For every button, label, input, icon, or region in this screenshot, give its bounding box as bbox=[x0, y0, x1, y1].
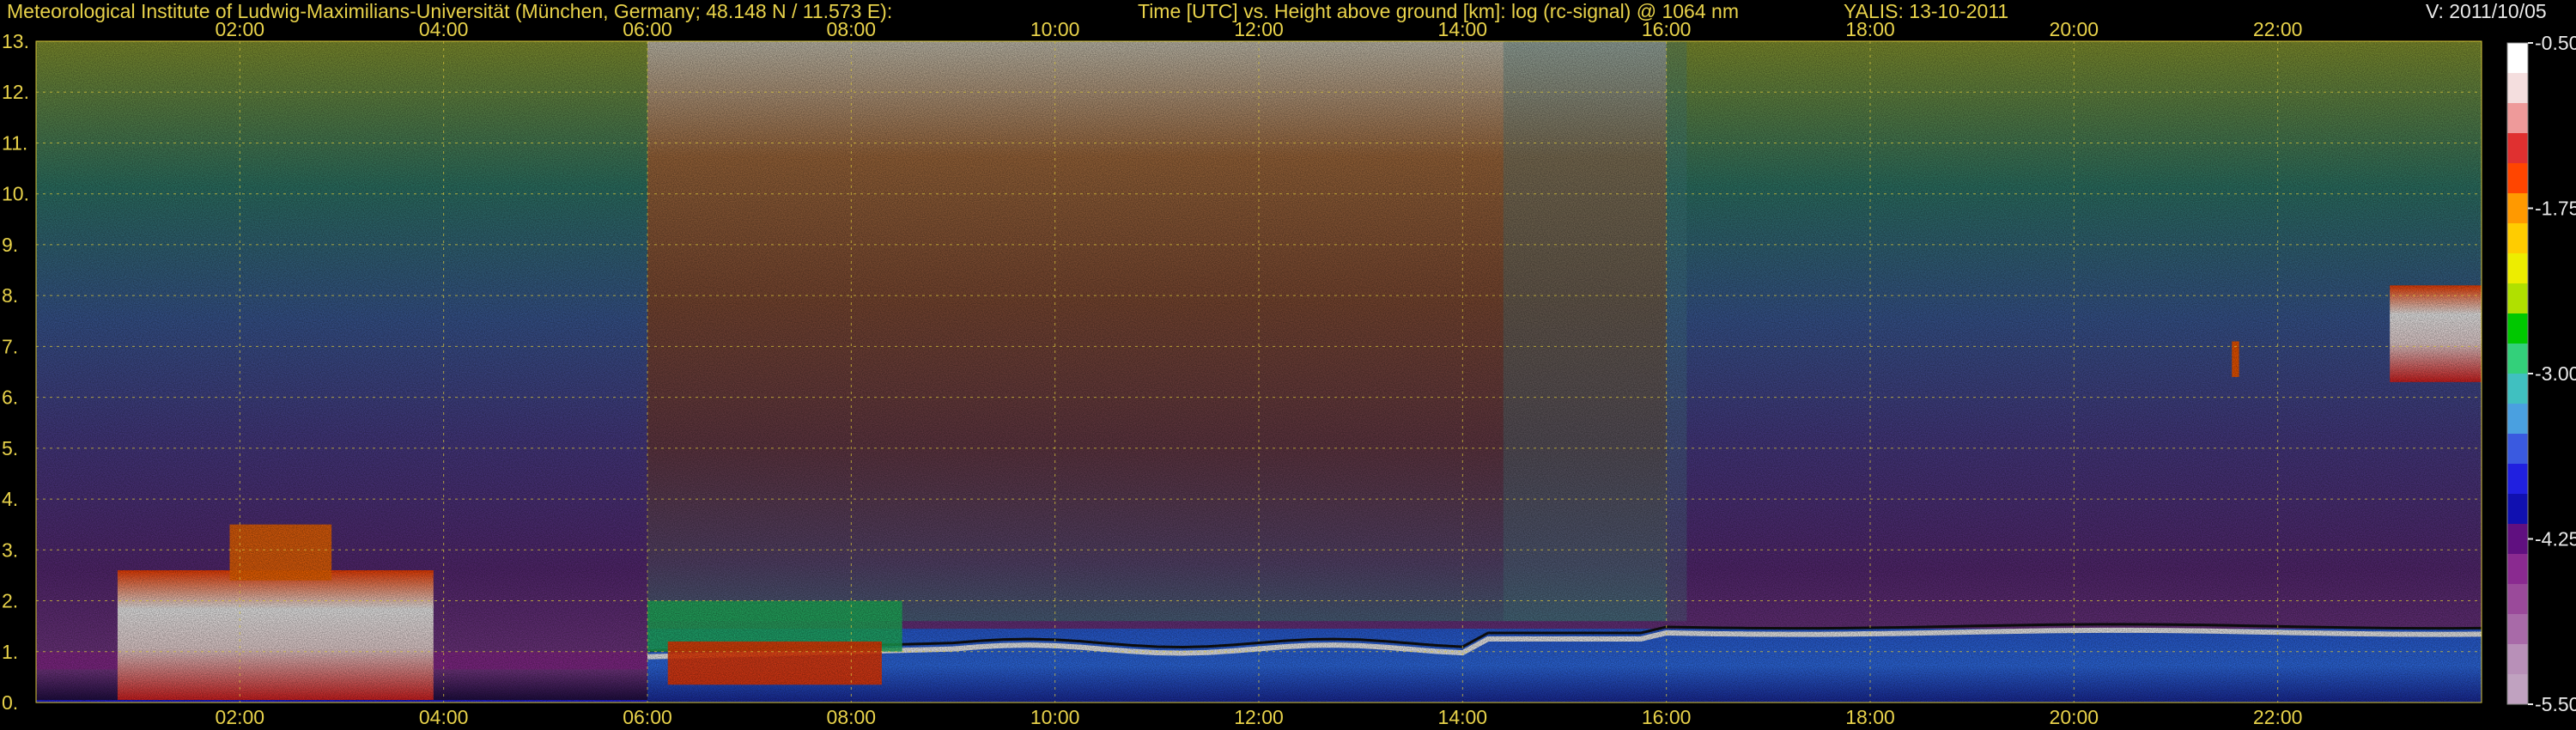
colorbar-segment bbox=[2507, 554, 2528, 585]
colorbar-tick-label: -1.75 bbox=[2535, 198, 2576, 220]
colorbar-segment bbox=[2507, 674, 2528, 705]
x-tick-label-top: 06:00 bbox=[623, 18, 672, 40]
colorbar-segment bbox=[2507, 193, 2528, 224]
colorbar-segment bbox=[2507, 524, 2528, 555]
colorbar: -0.50 -1.75 -3.00 -4.25 -5.50 bbox=[2506, 32, 2576, 715]
y-tick-label: 1. bbox=[2, 641, 18, 663]
y-tick-label: 3. bbox=[2, 538, 18, 561]
colorbar-tick-label: -0.50 bbox=[2535, 32, 2576, 54]
colorbar-segment bbox=[2507, 374, 2528, 405]
x-tick-label-bottom: 20:00 bbox=[2050, 706, 2099, 728]
colorbar-segment bbox=[2507, 313, 2528, 344]
x-tick-label-bottom: 12:00 bbox=[1234, 706, 1284, 728]
y-tick-label: 0. bbox=[2, 691, 18, 714]
colorbar-segment bbox=[2507, 344, 2528, 374]
lidar-heatmap-chart: 02:00 02:00 04:00 04:00 06:00 06:00 08:00 08:00… bbox=[2, 18, 2576, 728]
colorbar-segment bbox=[2507, 584, 2528, 615]
x-tick-label-top: 14:00 bbox=[1438, 18, 1488, 40]
x-tick-label-top: 08:00 bbox=[827, 18, 877, 40]
colorbar-segment bbox=[2507, 614, 2528, 645]
x-tick-label-top: 22:00 bbox=[2253, 18, 2303, 40]
x-tick-label-bottom: 18:00 bbox=[1845, 706, 1895, 728]
colorbar-segment bbox=[2507, 434, 2528, 465]
x-tick-label-bottom: 04:00 bbox=[419, 706, 469, 728]
y-tick-label: 4. bbox=[2, 488, 18, 510]
y-tick-label: 12. bbox=[2, 81, 29, 103]
y-tick-label: 9. bbox=[2, 234, 18, 256]
colorbar-segment bbox=[2507, 644, 2528, 675]
x-tick-label-bottom: 08:00 bbox=[827, 706, 877, 728]
x-tick-label-bottom: 14:00 bbox=[1438, 706, 1488, 728]
y-tick-label: 7. bbox=[2, 335, 18, 357]
colorbar-segment bbox=[2507, 253, 2528, 284]
x-tick-label-bottom: 22:00 bbox=[2253, 706, 2303, 728]
x-tick-label-bottom: 10:00 bbox=[1030, 706, 1080, 728]
colorbar-segment bbox=[2507, 133, 2528, 164]
y-tick-label: 8. bbox=[2, 284, 18, 307]
y-tick-label: 6. bbox=[2, 386, 18, 409]
y-tick-label: 5. bbox=[2, 437, 18, 459]
colorbar-segment bbox=[2507, 223, 2528, 254]
colorbar-segment bbox=[2507, 73, 2528, 104]
x-tick-label-bottom: 02:00 bbox=[216, 706, 265, 728]
x-tick-label-top: 16:00 bbox=[1642, 18, 1692, 40]
colorbar-segment bbox=[2507, 464, 2528, 495]
colorbar-segment bbox=[2507, 163, 2528, 194]
y-tick-label: 10. bbox=[2, 183, 29, 205]
x-tick-label-top: 12:00 bbox=[1234, 18, 1284, 40]
colorbar-tick-label: -5.50 bbox=[2535, 693, 2576, 715]
x-tick-label-top: 04:00 bbox=[419, 18, 469, 40]
x-tick-label-bottom: 16:00 bbox=[1642, 706, 1692, 728]
x-tick-label-top: 20:00 bbox=[2050, 18, 2099, 40]
y-tick-label: 11. bbox=[2, 131, 27, 154]
colorbar-segment bbox=[2507, 43, 2528, 74]
colorbar-tick-label: -3.00 bbox=[2535, 362, 2576, 385]
colorbar-segment bbox=[2507, 404, 2528, 435]
colorbar-segment bbox=[2507, 103, 2528, 134]
y-tick-label: 2. bbox=[2, 590, 18, 612]
y-tick-label: 13. bbox=[2, 30, 29, 52]
colorbar-tick-label: -4.25 bbox=[2535, 528, 2576, 551]
x-tick-label-top: 10:00 bbox=[1030, 18, 1080, 40]
x-tick-label-top: 18:00 bbox=[1845, 18, 1895, 40]
x-tick-label-top: 02:00 bbox=[216, 18, 265, 40]
colorbar-segment bbox=[2507, 283, 2528, 314]
x-tick-label-bottom: 06:00 bbox=[623, 706, 672, 728]
colorbar-segment bbox=[2507, 494, 2528, 525]
